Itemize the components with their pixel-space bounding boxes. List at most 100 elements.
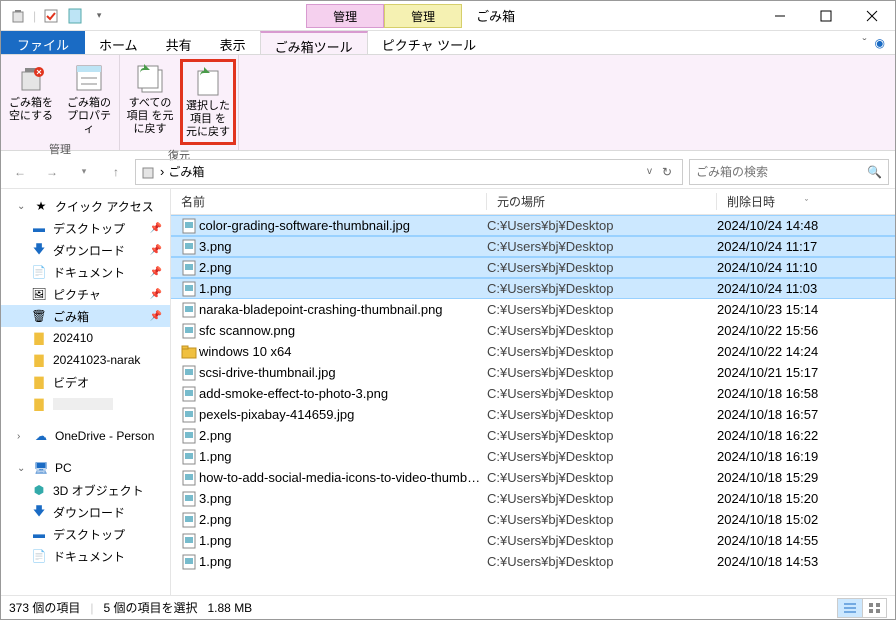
maximize-button[interactable] — [803, 1, 849, 31]
file-row[interactable]: 2.pngC:¥Users¥bj¥Desktop2024/10/18 15:02 — [171, 509, 895, 530]
file-row[interactable]: add-smoke-effect-to-photo-3.pngC:¥Users¥… — [171, 383, 895, 404]
recycle-bin-properties-button[interactable]: ごみ箱の プロパティ — [61, 59, 117, 139]
tab-view[interactable]: 表示 — [206, 31, 260, 54]
file-row[interactable]: 1.pngC:¥Users¥bj¥Desktop2024/10/18 16:19 — [171, 446, 895, 467]
recycle-bin-icon[interactable] — [9, 7, 27, 25]
file-list[interactable]: color-grading-software-thumbnail.jpg C:¥U… — [171, 215, 895, 595]
file-deleted-date: 2024/10/18 15:20 — [717, 491, 895, 506]
ribbon-tabs: ファイル ホーム 共有 表示 ごみ箱ツール ピクチャ ツール ˇ ◉ — [1, 31, 895, 55]
nav-video[interactable]: ▇ビデオ — [1, 371, 170, 393]
file-location: C:¥Users¥bj¥Desktop — [487, 302, 717, 317]
file-location: C:¥Users¥bj¥Desktop — [487, 554, 717, 569]
nav-forward-button[interactable]: → — [39, 159, 65, 185]
nav-back-button[interactable]: ← — [7, 159, 33, 185]
nav-recycle-bin[interactable]: 🗑ごみ箱📌 — [1, 305, 170, 327]
address-box[interactable]: › ごみ箱 v ↻ — [135, 159, 683, 185]
navigation-pane[interactable]: ⌄★クイック アクセス ▬デスクトップ📌 🡇ダウンロード📌 📄ドキュメント📌 🖼… — [1, 189, 171, 595]
file-row[interactable]: 2.pngC:¥Users¥bj¥Desktop2024/10/24 11:10 — [171, 257, 895, 278]
sort-descending-icon: ˇ — [805, 198, 808, 208]
restore-selected-button[interactable]: 選択した項目 を元に戻す — [180, 59, 236, 145]
file-location: C:¥Users¥bj¥Desktop — [487, 407, 717, 422]
file-icon — [181, 533, 199, 549]
search-box[interactable]: 🔍 — [689, 159, 889, 185]
file-name: 1.png — [199, 449, 487, 464]
nav-recent-dropdown[interactable]: ▾ — [71, 159, 97, 185]
nav-pc[interactable]: ⌄🖥PC — [1, 457, 170, 479]
folder-icon: ▇ — [31, 396, 47, 412]
nav-folder-202410[interactable]: ▇202410 — [1, 327, 170, 349]
column-date[interactable]: 削除日時ˇ — [717, 193, 895, 210]
icons-view-button[interactable] — [862, 599, 886, 617]
ribbon: ごみ箱を 空にする ごみ箱の プロパティ 管理 すべての項目 を元に戻す 選択し… — [1, 55, 895, 151]
nav-quick-access[interactable]: ⌄★クイック アクセス — [1, 195, 170, 217]
page-icon[interactable] — [66, 7, 84, 25]
file-name: 3.png — [199, 239, 487, 254]
tab-recycle-tools[interactable]: ごみ箱ツール — [260, 31, 368, 54]
nav-documents-2[interactable]: 📄ドキュメント — [1, 545, 170, 567]
file-row[interactable]: windows 10 x64C:¥Users¥bj¥Desktop2024/10… — [171, 341, 895, 362]
folder-icon: ▇ — [31, 330, 47, 346]
tab-file[interactable]: ファイル — [1, 31, 85, 54]
file-name: windows 10 x64 — [199, 344, 487, 359]
file-location: C:¥Users¥bj¥Desktop — [487, 449, 717, 464]
file-name: 3.png — [199, 491, 487, 506]
tab-share[interactable]: 共有 — [152, 31, 206, 54]
qat-dropdown-icon[interactable]: ▾ — [90, 7, 108, 25]
nav-desktop-2[interactable]: ▬デスクトップ — [1, 523, 170, 545]
nav-desktop[interactable]: ▬デスクトップ📌 — [1, 217, 170, 239]
file-row[interactable]: pexels-pixabay-414659.jpgC:¥Users¥bj¥Des… — [171, 404, 895, 425]
nav-folder-20241023[interactable]: ▇20241023-narak — [1, 349, 170, 371]
ribbon-collapse-icon[interactable]: ˇ — [863, 36, 867, 50]
nav-documents[interactable]: 📄ドキュメント📌 — [1, 261, 170, 283]
nav-downloads-2[interactable]: 🡇ダウンロード — [1, 501, 170, 523]
context-tab-manage-yellow: 管理 — [384, 4, 462, 28]
search-icon[interactable]: 🔍 — [867, 165, 882, 179]
file-name: 1.png — [199, 554, 487, 569]
file-row[interactable]: 3.pngC:¥Users¥bj¥Desktop2024/10/18 15:20 — [171, 488, 895, 509]
file-location: C:¥Users¥bj¥Desktop — [487, 344, 717, 359]
details-view-button[interactable] — [838, 599, 862, 617]
refresh-icon[interactable]: ↻ — [656, 165, 678, 179]
nav-onedrive[interactable]: ›☁OneDrive - Person — [1, 425, 170, 447]
column-name[interactable]: 名前 — [171, 193, 487, 210]
close-button[interactable] — [849, 1, 895, 31]
file-row[interactable]: how-to-add-social-media-icons-to-video-t… — [171, 467, 895, 488]
tab-home[interactable]: ホーム — [85, 31, 152, 54]
help-icon[interactable]: ◉ — [875, 36, 885, 50]
empty-recycle-bin-button[interactable]: ごみ箱を 空にする — [3, 59, 59, 139]
file-row[interactable]: 1.pngC:¥Users¥bj¥Desktop2024/10/18 14:55 — [171, 530, 895, 551]
file-name: scsi-drive-thumbnail.jpg — [199, 365, 487, 380]
status-size: 1.88 MB — [208, 601, 253, 615]
restore-all-button[interactable]: すべての項目 を元に戻す — [122, 59, 178, 145]
file-deleted-date: 2024/10/23 15:14 — [717, 302, 895, 317]
file-icon — [181, 470, 199, 486]
nav-blurred-item[interactable]: ▇ — [1, 393, 170, 415]
file-location: C:¥Users¥bj¥Desktop — [487, 512, 717, 527]
file-name: color-grading-software-thumbnail.jpg — [199, 218, 487, 233]
file-row[interactable]: naraka-bladepoint-crashing-thumbnail.png… — [171, 299, 895, 320]
file-row[interactable]: 1.pngC:¥Users¥bj¥Desktop2024/10/18 14:53 — [171, 551, 895, 572]
address-dropdown-icon[interactable]: v — [647, 166, 652, 177]
tab-picture-tools[interactable]: ピクチャ ツール — [368, 31, 490, 54]
search-input[interactable] — [696, 165, 867, 179]
checkbox-icon[interactable] — [42, 7, 60, 25]
file-row[interactable]: 1.pngC:¥Users¥bj¥Desktop2024/10/24 11:03 — [171, 278, 895, 299]
column-location[interactable]: 元の場所 — [487, 193, 717, 210]
context-tab-manage-pink: 管理 — [306, 4, 384, 28]
file-name: pexels-pixabay-414659.jpg — [199, 407, 487, 422]
file-row[interactable]: sfc scannow.pngC:¥Users¥bj¥Desktop2024/1… — [171, 320, 895, 341]
file-row[interactable]: scsi-drive-thumbnail.jpgC:¥Users¥bj¥Desk… — [171, 362, 895, 383]
file-row[interactable]: color-grading-software-thumbnail.jpgC:¥U… — [171, 215, 895, 236]
restore-selected-icon — [191, 64, 225, 98]
nav-pictures[interactable]: 🖼ピクチャ📌 — [1, 283, 170, 305]
nav-up-button[interactable]: ↑ — [103, 159, 129, 185]
restore-all-icon — [133, 61, 167, 95]
file-icon — [181, 407, 199, 423]
minimize-button[interactable] — [757, 1, 803, 31]
nav-downloads[interactable]: 🡇ダウンロード📌 — [1, 239, 170, 261]
file-row[interactable]: 2.pngC:¥Users¥bj¥Desktop2024/10/18 16:22 — [171, 425, 895, 446]
file-deleted-date: 2024/10/18 14:55 — [717, 533, 895, 548]
nav-3d-objects[interactable]: ⬢3D オブジェクト — [1, 479, 170, 501]
file-row[interactable]: 3.pngC:¥Users¥bj¥Desktop2024/10/24 11:17 — [171, 236, 895, 257]
file-icon — [181, 512, 199, 528]
